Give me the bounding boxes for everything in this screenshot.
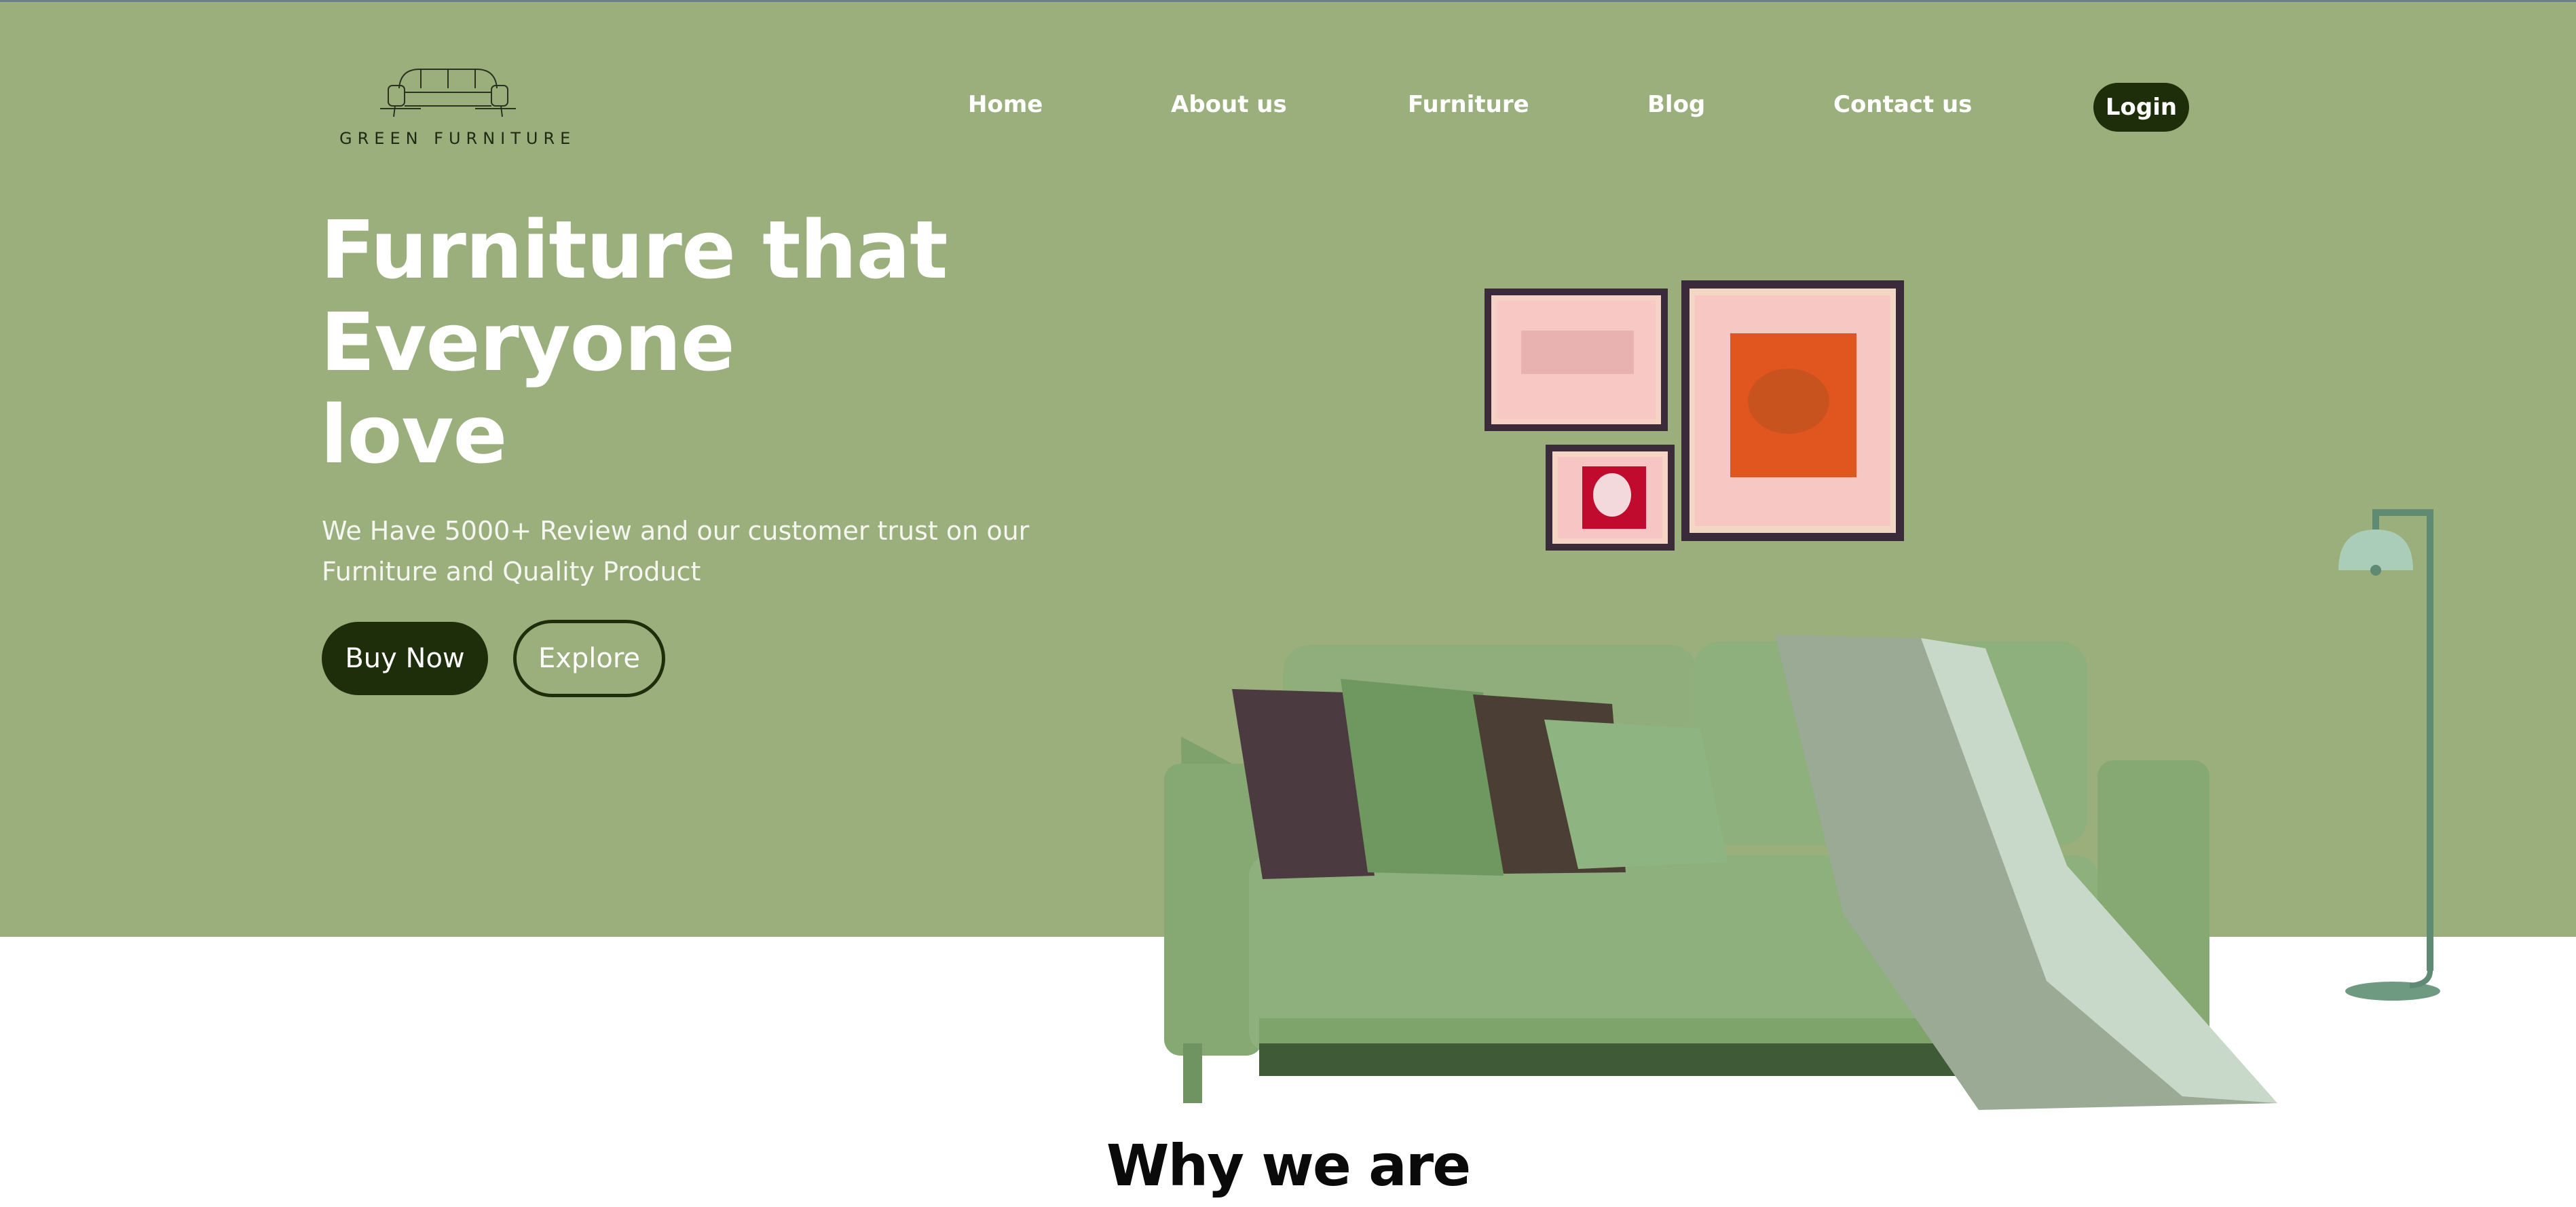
section-title: Why we are — [1106, 1132, 1471, 1199]
hero-title-line: love — [320, 388, 507, 481]
brand-logo[interactable]: GREEN FURNITURE — [339, 61, 576, 156]
page: GREEN FURNITURE Home About us Furniture … — [0, 0, 2576, 1207]
hero-title: Furniture that Everyone love — [320, 204, 948, 481]
nav-blog[interactable]: Blog — [1647, 91, 1705, 118]
nav-furniture[interactable]: Furniture — [1408, 91, 1529, 118]
logo-text: GREEN FURNITURE — [339, 129, 576, 148]
login-button[interactable]: Login — [2093, 83, 2189, 132]
floor-lamp-image — [2338, 509, 2440, 1001]
hero-title-line: Furniture that — [320, 203, 948, 297]
green-sofa-image — [1164, 635, 2277, 1110]
hero-subtitle-line: Furniture and Quality Product — [322, 557, 701, 587]
nav-contact-us[interactable]: Contact us — [1833, 91, 1972, 118]
sofa-outline-icon — [380, 69, 516, 117]
hero-subtitle: We Have 5000+ Review and our customer tr… — [322, 510, 1029, 592]
hero-title-line: Everyone — [320, 295, 735, 389]
picture-frames-image — [1485, 280, 1904, 551]
nav-about-us[interactable]: About us — [1171, 91, 1287, 118]
buy-now-button[interactable]: Buy Now — [322, 622, 488, 695]
hero-subtitle-line: We Have 5000+ Review and our customer tr… — [322, 516, 1030, 546]
explore-button[interactable]: Explore — [513, 620, 665, 697]
nav-home[interactable]: Home — [968, 91, 1043, 118]
